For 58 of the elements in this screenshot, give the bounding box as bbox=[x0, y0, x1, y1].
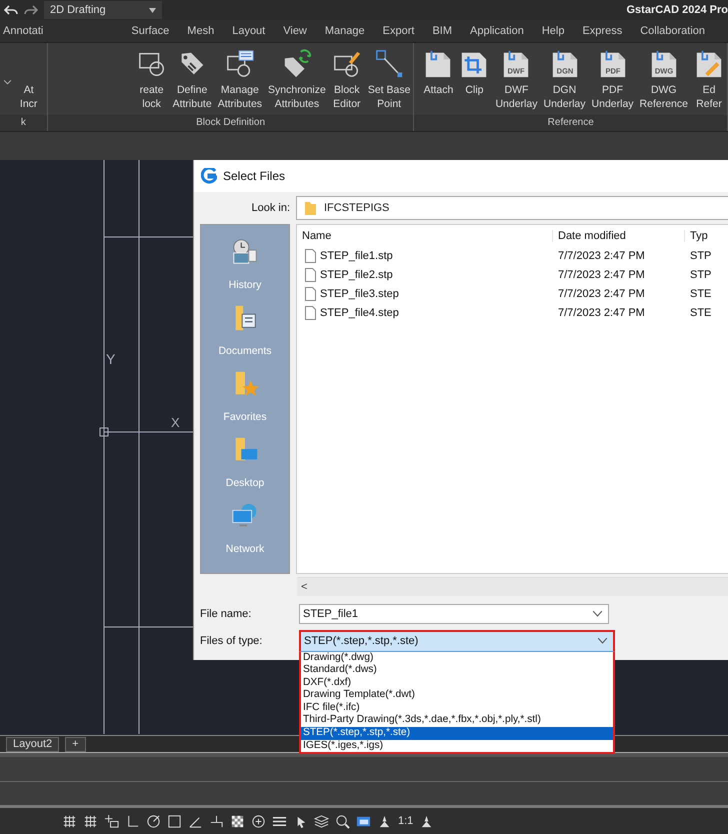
ribbon-button[interactable]: reate lock bbox=[134, 49, 170, 111]
ribbon-tab[interactable]: BIM bbox=[423, 25, 462, 37]
file-item[interactable]: STEP_file3.step bbox=[297, 286, 553, 300]
ribbon-tab[interactable]: Export bbox=[374, 25, 424, 37]
type-cell-text: STE bbox=[689, 306, 712, 318]
ribbon-tab[interactable]: Surface bbox=[122, 25, 178, 37]
ribbon-button[interactable]: Manage Attributes bbox=[214, 49, 266, 111]
panel-label: k bbox=[0, 115, 47, 131]
workspace-dropdown[interactable]: 2D Drafting bbox=[44, 1, 162, 19]
date-cell-text: 7/7/2023 2:47 PM bbox=[557, 288, 646, 300]
ribbon-button[interactable]: Define Attribute bbox=[170, 49, 215, 111]
ribbon-tab[interactable]: View bbox=[274, 25, 316, 37]
file-item[interactable]: STEP_file2.stp bbox=[297, 268, 553, 282]
type-cell-text: STP bbox=[689, 268, 712, 280]
file-type-dropdown[interactable]: STEP(*.step,*.stp,*.ste) bbox=[299, 630, 615, 652]
ribbon-tab[interactable]: Help bbox=[532, 25, 574, 37]
look-in-dropdown[interactable]: IFCSTEPIGS bbox=[296, 196, 728, 220]
date-cell-text: 7/7/2023 2:47 PM bbox=[557, 268, 646, 280]
type-cell-text: STE bbox=[689, 288, 712, 300]
file-type-label: Files of type: bbox=[200, 634, 264, 646]
column-header[interactable]: Date modified bbox=[553, 230, 685, 242]
dialog-title: Select Files bbox=[223, 169, 286, 183]
ribbon-button[interactable]: Set Base Point bbox=[364, 49, 414, 111]
ribbon-button[interactable]: Clip bbox=[456, 49, 492, 97]
ribbon-tab[interactable]: Layout bbox=[223, 25, 274, 37]
look-in-label: Look in: bbox=[250, 202, 291, 214]
ribbon-button[interactable]: DWG DWG Reference bbox=[636, 49, 691, 111]
ribbon-tab[interactable]: Annotati bbox=[0, 25, 52, 37]
ribbon-button[interactable]: PDF PDF Underlay bbox=[588, 49, 637, 111]
layout-tab[interactable]: Layout2 bbox=[6, 736, 60, 752]
panel-label: Block Definition bbox=[48, 115, 414, 131]
ribbon-button[interactable]: Block Editor bbox=[328, 49, 365, 111]
file-item[interactable]: STEP_file4.step bbox=[297, 306, 553, 320]
ribbon-tab[interactable]: Mesh bbox=[178, 25, 224, 37]
ribbon-button[interactable]: DGN DGN Underlay bbox=[540, 49, 589, 111]
ribbon-tab[interactable]: Manage bbox=[316, 25, 374, 37]
ribbon-button[interactable]: At Incr bbox=[10, 49, 47, 111]
date-cell-text: 7/7/2023 2:47 PM bbox=[557, 250, 646, 262]
file-name-field[interactable]: STEP_file1 bbox=[299, 604, 609, 624]
ribbon-tab[interactable]: Collaboration bbox=[631, 25, 714, 37]
panel-label: Reference bbox=[414, 115, 727, 131]
ribbon-button[interactable]: Ed Refer bbox=[691, 49, 727, 111]
column-header[interactable]: Name bbox=[297, 230, 553, 242]
file-type-option[interactable]: STEP(*.step,*.stp,*.ste) bbox=[301, 727, 613, 740]
file-item[interactable]: STEP_file1.stp bbox=[297, 248, 553, 262]
ribbon-button[interactable]: Attach bbox=[420, 49, 456, 97]
ribbon-button[interactable]: Synchronize Attributes bbox=[265, 49, 329, 111]
ribbon-tab[interactable]: Express bbox=[573, 25, 632, 37]
type-cell-text: STP bbox=[689, 250, 712, 262]
ribbon-tab[interactable]: Application bbox=[461, 25, 533, 37]
window-title: GstarCAD 2024 Pro bbox=[626, 4, 728, 16]
column-header[interactable]: Typ bbox=[685, 230, 728, 242]
date-cell-text: 7/7/2023 2:47 PM bbox=[557, 306, 646, 318]
annotation-scale[interactable]: 1:1 bbox=[398, 815, 414, 827]
horizontal-scrollbar[interactable]: < bbox=[297, 577, 728, 596]
layout-tab[interactable]: + bbox=[65, 736, 86, 752]
file-name-label: File name: bbox=[200, 608, 252, 620]
ribbon-button[interactable]: DWF DWF Underlay bbox=[492, 49, 540, 111]
